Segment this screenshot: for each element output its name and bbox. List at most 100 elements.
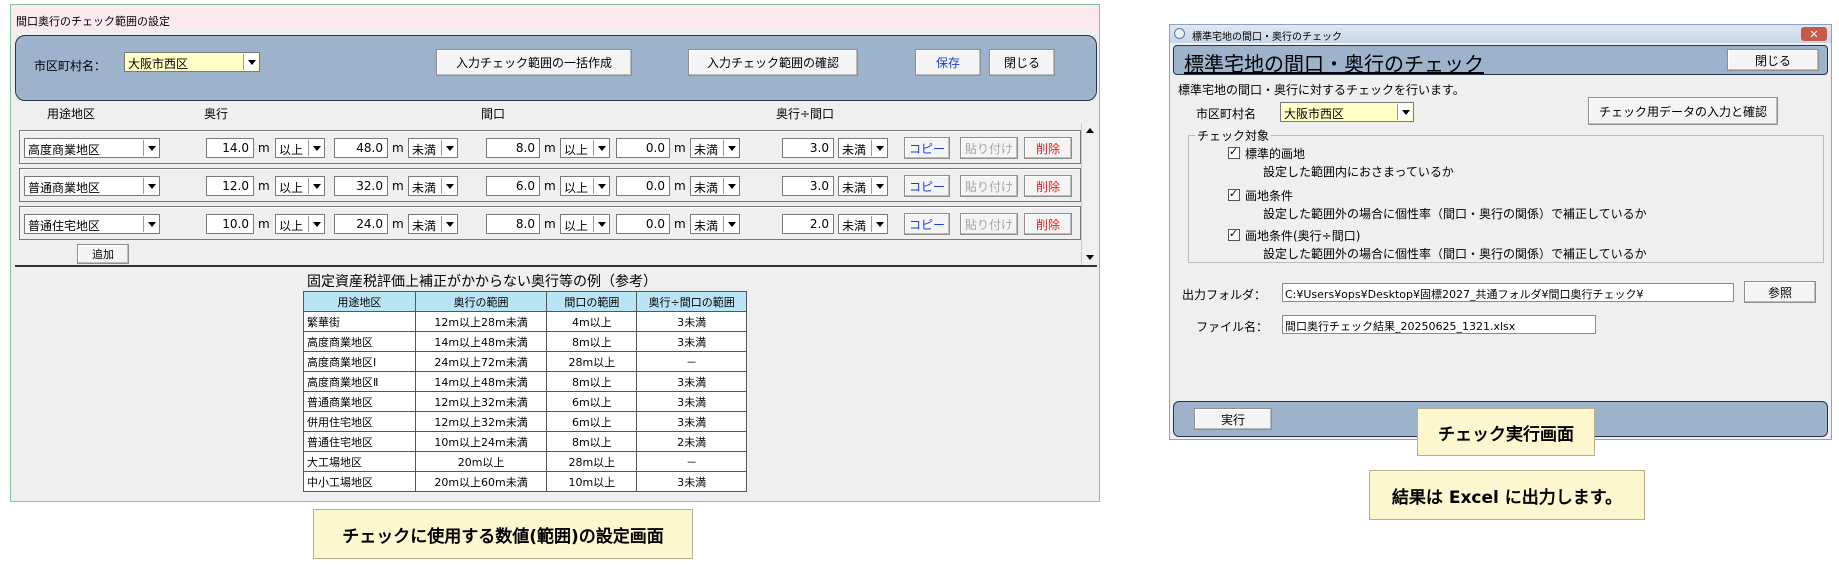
- copy-button[interactable]: コピー: [904, 175, 950, 197]
- op-value: 未満: [694, 219, 719, 233]
- frontage-min-input[interactable]: 8.0: [486, 214, 540, 234]
- close-icon[interactable]: ✕: [1801, 27, 1827, 41]
- depth-max-op-select[interactable]: 未満: [408, 176, 458, 196]
- table-row: 高度商業地区Ⅱ 14m以上48m未満 8m以上 3未満: [303, 371, 747, 392]
- standard-lot-checkbox[interactable]: [1228, 145, 1240, 159]
- delete-button[interactable]: 削除: [1024, 137, 1072, 159]
- chevron-down-icon[interactable]: [723, 216, 738, 232]
- chevron-down-icon[interactable]: [1397, 104, 1412, 120]
- chevron-down-icon[interactable]: [308, 178, 323, 194]
- district-select[interactable]: 高度商業地区: [24, 138, 160, 158]
- depth-min-op-select[interactable]: 以上: [275, 214, 325, 234]
- depth-max-op-select[interactable]: 未満: [408, 214, 458, 234]
- depth-min-op-select[interactable]: 以上: [275, 176, 325, 196]
- chevron-down-icon[interactable]: [871, 216, 886, 232]
- frontage-min-input[interactable]: 6.0: [486, 176, 540, 196]
- depth-max-op-select[interactable]: 未満: [408, 138, 458, 158]
- op-value: 未満: [694, 181, 719, 195]
- chevron-down-icon[interactable]: [243, 54, 258, 70]
- op-value: 未満: [842, 181, 867, 195]
- depth-min-input[interactable]: 12.0: [206, 176, 254, 196]
- district-select[interactable]: 普通住宅地区: [24, 214, 160, 234]
- depth-min-input[interactable]: 14.0: [206, 138, 254, 158]
- chevron-down-icon[interactable]: [593, 216, 608, 232]
- table-cell: 併用住宅地区: [303, 411, 416, 432]
- op-value: 未満: [412, 219, 437, 233]
- paste-button[interactable]: 貼り付け: [960, 137, 1018, 159]
- table-header-row: 用途地区 奥行の範囲 間口の範囲 奥行÷間口の範囲: [303, 291, 747, 312]
- frontage-min-input[interactable]: 8.0: [486, 138, 540, 158]
- ratio-input[interactable]: 3.0: [782, 176, 834, 196]
- frontage-max-input[interactable]: 0.0: [616, 214, 670, 234]
- chevron-down-icon[interactable]: [441, 178, 456, 194]
- delete-button[interactable]: 削除: [1024, 175, 1072, 197]
- chevron-down-icon[interactable]: [723, 178, 738, 194]
- rows-scrollbar[interactable]: [1081, 123, 1097, 265]
- district-select[interactable]: 普通商業地区: [24, 176, 160, 196]
- chevron-down-icon[interactable]: [871, 140, 886, 156]
- reference-table: 用途地区 奥行の範囲 間口の範囲 奥行÷間口の範囲 繁華街 12m以上28m未満…: [303, 291, 747, 492]
- filename-label: ファイル名：: [1196, 320, 1269, 334]
- chevron-down-icon[interactable]: [143, 178, 158, 194]
- chevron-down-icon[interactable]: [143, 140, 158, 156]
- depth-min-input[interactable]: 10.0: [206, 214, 254, 234]
- ratio-op-select[interactable]: 未満: [838, 176, 888, 196]
- frontage-max-op-select[interactable]: 未満: [690, 176, 740, 196]
- chevron-down-icon[interactable]: [871, 178, 886, 194]
- table-header-cell: 奥行の範囲: [414, 291, 548, 312]
- op-value: 未満: [842, 219, 867, 233]
- paste-button[interactable]: 貼り付け: [960, 175, 1018, 197]
- chevron-down-icon[interactable]: [441, 140, 456, 156]
- frontage-max-input[interactable]: 0.0: [616, 138, 670, 158]
- save-button[interactable]: 保存: [915, 49, 981, 76]
- copy-button[interactable]: コピー: [904, 137, 950, 159]
- scroll-down-icon[interactable]: [1082, 249, 1098, 265]
- frontage-max-op-select[interactable]: 未満: [690, 138, 740, 158]
- chevron-down-icon[interactable]: [143, 216, 158, 232]
- op-value: 未満: [842, 143, 867, 157]
- page-title: 標準宅地の間口・奥行のチェック: [1184, 52, 1484, 76]
- add-row-button[interactable]: 追加: [77, 244, 129, 264]
- run-screen-caption: チェック実行画面: [1417, 408, 1595, 456]
- confirm-range-button[interactable]: 入力チェック範囲の確認: [688, 49, 858, 76]
- frontage-min-op-select[interactable]: 以上: [560, 214, 610, 234]
- delete-button[interactable]: 削除: [1024, 213, 1072, 235]
- frontage-max-op-select[interactable]: 未満: [690, 214, 740, 234]
- depth-max-input[interactable]: 48.0: [334, 138, 388, 158]
- bulk-create-button[interactable]: 入力チェック範囲の一括作成: [436, 49, 632, 76]
- frontage-min-op-select[interactable]: 以上: [560, 176, 610, 196]
- frontage-max-input[interactable]: 0.0: [616, 176, 670, 196]
- scroll-up-icon[interactable]: [1082, 123, 1098, 139]
- municipality-select[interactable]: 大阪市西区: [1280, 102, 1414, 122]
- chevron-down-icon[interactable]: [308, 140, 323, 156]
- chevron-down-icon[interactable]: [723, 140, 738, 156]
- ratio-op-select[interactable]: 未満: [838, 138, 888, 158]
- table-cell: 2未満: [636, 431, 747, 452]
- close-button[interactable]: 閉じる: [1727, 49, 1819, 71]
- chevron-down-icon[interactable]: [441, 216, 456, 232]
- depth-max-input[interactable]: 24.0: [334, 214, 388, 234]
- close-button[interactable]: 閉じる: [989, 49, 1055, 76]
- unit-label: m: [258, 179, 270, 193]
- table-cell: 3未満: [636, 391, 747, 412]
- chevron-down-icon[interactable]: [308, 216, 323, 232]
- output-folder-input[interactable]: C:¥Users¥ops¥Desktop¥固標2027_共通フォルダ¥間口奥行チ…: [1282, 283, 1734, 302]
- filename-input[interactable]: 間口奥行チェック結果_20250625_1321.xlsx: [1282, 315, 1596, 334]
- depth-max-input[interactable]: 32.0: [334, 176, 388, 196]
- copy-button[interactable]: コピー: [904, 213, 950, 235]
- chevron-down-icon[interactable]: [593, 140, 608, 156]
- chevron-down-icon[interactable]: [593, 178, 608, 194]
- lot-condition-checkbox[interactable]: [1228, 187, 1240, 201]
- lot-condition-ratio-checkbox[interactable]: [1228, 227, 1240, 241]
- depth-min-op-select[interactable]: 以上: [275, 138, 325, 158]
- frontage-min-op-select[interactable]: 以上: [560, 138, 610, 158]
- data-input-button[interactable]: チェック用データの入力と確認: [1588, 97, 1778, 125]
- range-row: 普通住宅地区 10.0 m 以上 24.0 m 未満 8.0 m 以上 0.0 …: [19, 206, 1081, 240]
- browse-button[interactable]: 参照: [1744, 281, 1816, 303]
- ratio-input[interactable]: 2.0: [782, 214, 834, 234]
- run-button[interactable]: 実行: [1194, 408, 1272, 430]
- paste-button[interactable]: 貼り付け: [960, 213, 1018, 235]
- municipality-select[interactable]: 大阪市西区: [124, 52, 260, 72]
- ratio-op-select[interactable]: 未満: [838, 214, 888, 234]
- ratio-input[interactable]: 3.0: [782, 138, 834, 158]
